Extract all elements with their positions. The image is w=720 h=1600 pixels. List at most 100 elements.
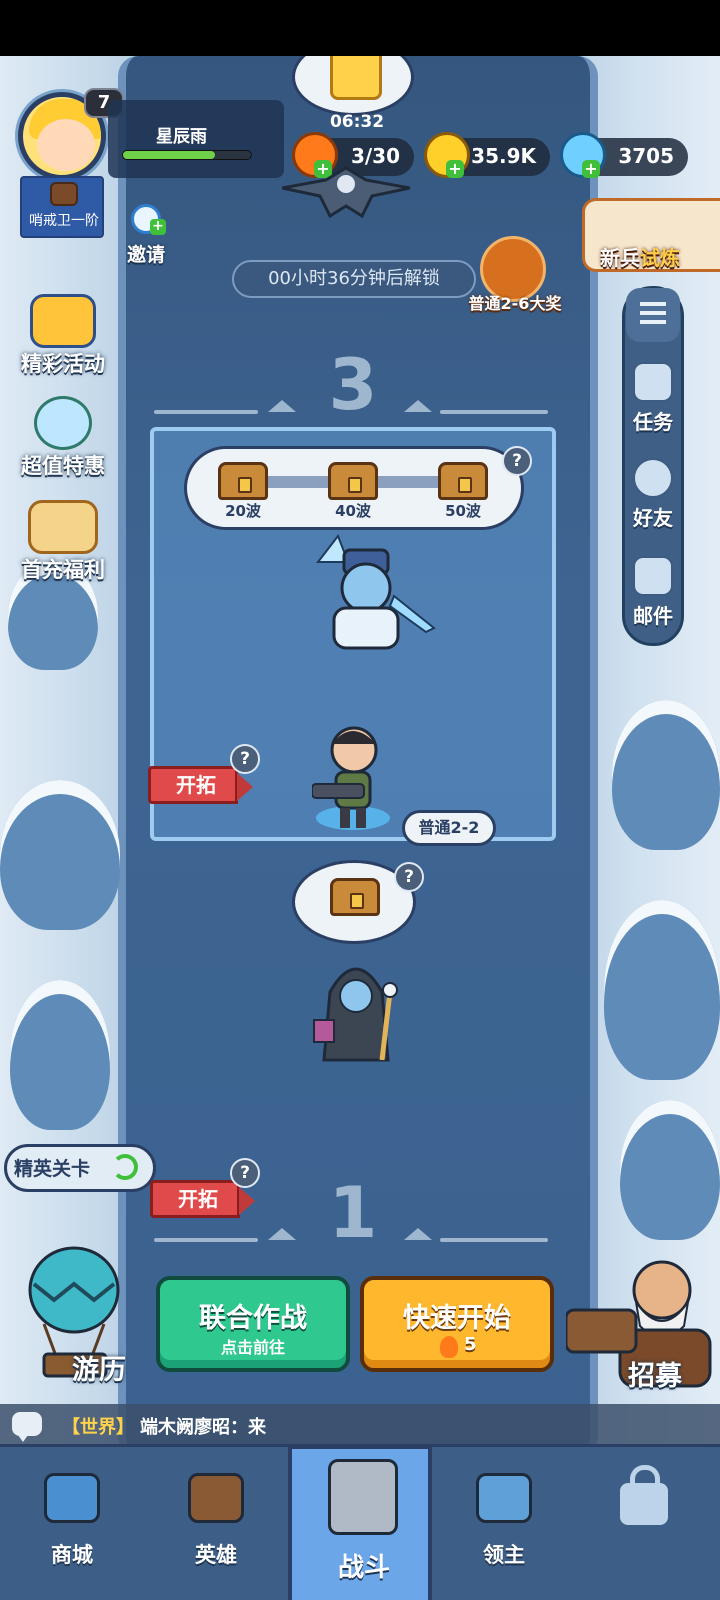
stage-number-bottom: 1 [328,1172,378,1254]
wave-help-icon[interactable]: ? [502,446,532,476]
stage-divider-peak [268,1228,296,1240]
game-screen: 7 哨戒卫一阶 星辰雨 + 邀请 06:32 + 3/30 + 35.9K + … [0,0,720,1600]
griffin-icon [28,500,98,554]
nav-lord[interactable]: 领主 [432,1447,576,1600]
wave-chest-icon[interactable] [438,462,488,500]
hero-card-icon [188,1473,244,1523]
chat-message: 端木阙廖昭：来 [140,1417,266,1438]
explore-label: 开拓 [176,773,216,797]
flame-icon [440,1336,458,1358]
deals-label: 超值特惠 [21,454,105,478]
tasks-button[interactable]: 任务 [622,362,684,435]
stage-divider-peak [404,400,432,412]
friends-button[interactable]: 好友 [622,458,684,531]
snow-tree [10,980,110,1130]
snow-tree [612,700,720,850]
rank-chest-icon [50,182,78,206]
hooded-boss [313,967,398,1062]
stage-divider [440,410,548,414]
nav-shop[interactable]: 商城 [0,1447,144,1600]
chest-icon [30,294,96,348]
quick-start-cost: 5 [464,1334,477,1355]
snow-tree [604,900,720,1080]
wave-label: 20波 [225,502,261,520]
stage-divider-peak [268,400,296,412]
gold-counter[interactable]: + 35.9K [424,132,550,178]
unlock-timer: 00小时36分钟后解锁 [232,260,476,298]
wave-label: 40波 [335,502,371,520]
player-panel[interactable]: 星辰雨 [108,100,284,178]
plus-icon[interactable]: + [446,160,464,178]
shop-icon [44,1473,100,1523]
quick-start-title: 快速开始 [403,1303,511,1334]
nav-lord-label: 领主 [483,1543,525,1567]
menu-button[interactable] [626,288,680,342]
envelope-icon [633,556,673,596]
snow-tree [620,1100,720,1240]
coop-battle-button[interactable]: 联合作战 点击前往 [156,1276,350,1372]
first-recharge-button[interactable]: 首充福利 [10,500,116,584]
refresh-icon [112,1154,138,1180]
newbie-trial-label: 新兵试炼 [600,242,680,271]
snow-tree [0,780,120,930]
recruit-label: 招募 [628,1361,682,1392]
nav-battle-label: 战斗 [337,1553,390,1583]
events-button[interactable]: 精彩活动 [10,294,116,378]
nav-locked[interactable] [576,1447,720,1600]
tasks-label: 任务 [633,410,673,434]
first-recharge-label: 首充福利 [21,558,105,582]
coop-battle-title: 联合作战 [199,1303,307,1334]
hamburger-icon [640,302,666,324]
exp-bar [122,150,252,160]
hero-character [312,726,378,828]
lock-icon [620,1465,668,1525]
quick-start-button[interactable]: 快速开始 5 [360,1276,554,1372]
timer-text: 06:32 [329,112,385,132]
mail-label: 邮件 [633,604,673,628]
gem-counter[interactable]: + 3705 [560,132,688,178]
friends-icon [633,458,673,498]
stage-divider [440,1238,548,1242]
wave-chest-icon[interactable] [328,462,378,500]
plus-icon[interactable]: + [582,160,600,178]
newbie-trial-suffix: 试炼 [640,246,680,270]
banner-icon [476,1473,532,1523]
explore-help-icon[interactable]: ? [230,1158,260,1188]
mail-button[interactable]: 邮件 [622,556,684,629]
clock-icon [34,396,92,450]
world-chat-bar[interactable]: 【世界】 端木阙廖昭：来 [0,1404,720,1444]
stage-divider [154,1238,258,1242]
exp-bar-fill [123,151,216,159]
explore-help-icon[interactable]: ? [230,744,260,774]
nav-heroes[interactable]: 英雄 [144,1447,288,1600]
rank-banner[interactable]: 哨戒卫一阶 [20,176,104,238]
chat-icon[interactable] [12,1412,42,1442]
boss-help-icon[interactable]: ? [394,862,424,892]
chat-channel: 【世界】 [62,1417,134,1438]
newbie-trial-prefix: 新兵 [600,246,640,270]
friends-label: 好友 [633,506,673,530]
current-level-tag: 普通2-2 [402,810,496,846]
swords-icon [328,1459,398,1535]
invite-button[interactable]: + 邀请 [118,204,174,267]
stage-number-top: 3 [328,344,378,426]
clipboard-icon [633,362,673,402]
boss-chest-icon[interactable] [330,878,380,916]
deals-button[interactable]: 超值特惠 [10,396,116,480]
bird-creature [282,166,410,219]
gold-value: 35.9K [471,144,536,168]
wave-chest-icon[interactable] [218,462,268,500]
reward-label: 普通2-6大奖 [468,294,562,313]
stage-divider-peak [404,1228,432,1240]
penguin-icon: + [131,204,166,235]
travel-label: 游历 [72,1355,126,1386]
yeti-enemy [315,533,436,650]
coop-battle-subtitle: 点击前往 [220,1338,285,1357]
explore-label: 开拓 [178,1187,218,1211]
explore-flag-bottom[interactable]: 开拓 [150,1180,255,1218]
nav-battle[interactable]: 战斗 [288,1445,432,1600]
gem-value: 3705 [618,144,674,168]
nav-shop-label: 商城 [51,1543,93,1567]
status-bar [0,0,720,56]
explore-flag-top[interactable]: 开拓 [148,766,253,804]
